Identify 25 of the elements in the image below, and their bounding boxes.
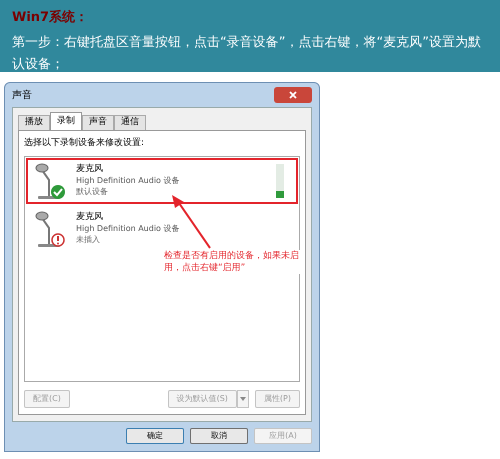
close-button[interactable]	[274, 87, 312, 103]
dialog-button[interactable]: 取消	[190, 428, 248, 444]
tab[interactable]: 通信	[114, 115, 146, 130]
tab[interactable]: 声音	[82, 115, 114, 130]
device-driver: High Definition Audio 设备	[76, 175, 180, 186]
device-status: 默认设备	[76, 186, 109, 197]
device-item[interactable]: 麦克风 High Definition Audio 设备 未插入	[26, 206, 298, 252]
dialog-button[interactable]: 确定	[126, 428, 184, 444]
device-name: 麦克风	[76, 212, 104, 223]
banner-text: 第一步：右键托盘区音量按钮，点击“录音设备”，点击右键，将“麦克风”设置为默认设备；	[12, 34, 482, 74]
level-meter	[276, 164, 284, 198]
device-name: 麦克风	[76, 164, 104, 175]
banner-heading: Win7系统：	[12, 8, 90, 27]
microphone-icon	[34, 162, 68, 200]
instruction-text: 选择以下录制设备来修改设置:	[24, 137, 146, 150]
close-icon	[289, 91, 297, 99]
caret-icon	[240, 397, 246, 401]
tab[interactable]: 播放	[18, 115, 50, 130]
arrow	[170, 195, 212, 249]
window-title: 声音	[12, 88, 32, 102]
device-driver: High Definition Audio 设备	[76, 223, 180, 234]
tab[interactable]: 录制	[50, 112, 82, 130]
device-item[interactable]: 麦克风 High Definition Audio 设备 默认设备	[26, 158, 298, 204]
device-status: 未插入	[76, 234, 101, 245]
dropdown-button[interactable]	[236, 390, 249, 408]
